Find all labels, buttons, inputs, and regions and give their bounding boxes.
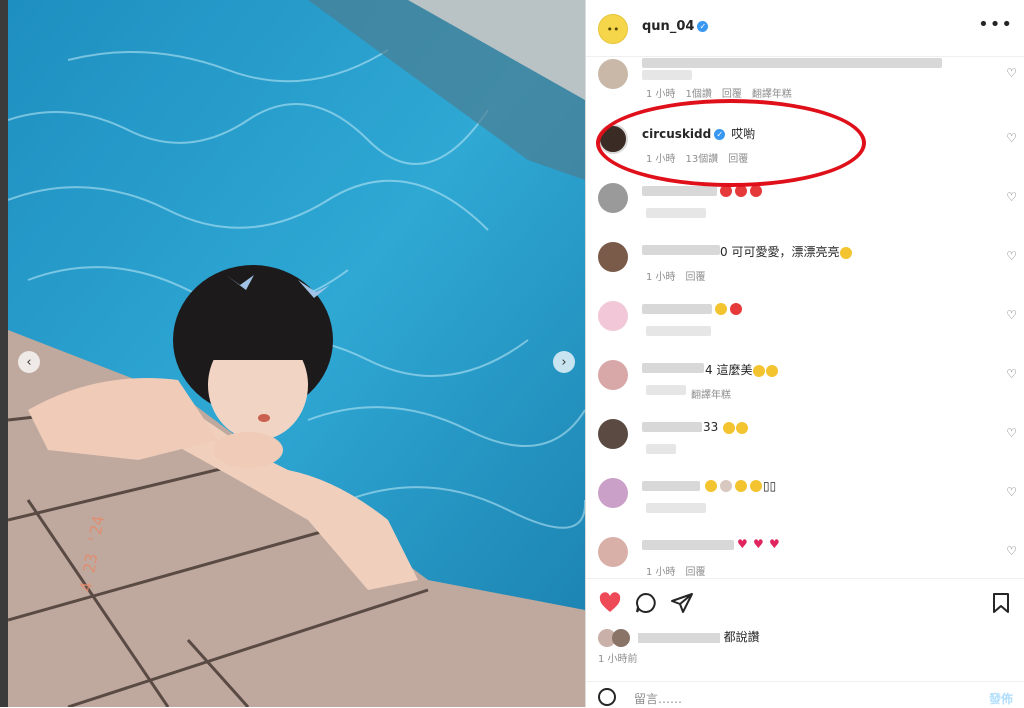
- add-comment-bar: 留言…… 發佈: [586, 681, 1024, 708]
- comment-like-icon[interactable]: ♡: [1006, 485, 1017, 499]
- comment-item: circuskidd ✓ 哎喲 1 小時 13個讚 回覆 ♡: [586, 119, 1024, 177]
- comments-list[interactable]: 1 小時 1個讚 回覆 翻譯年糕 ♡ circuskidd ✓ 哎喲 1 小時 13個讚 回覆…: [586, 56, 1024, 578]
- comment-icon[interactable]: [634, 591, 658, 615]
- username-text: qun_04: [642, 19, 695, 34]
- comment-like-icon[interactable]: ♡: [1006, 190, 1017, 204]
- verified-icon: ✓: [697, 21, 709, 32]
- comment-text: ▯▯: [763, 479, 777, 493]
- translate-link[interactable]: 翻譯年糕: [752, 89, 792, 100]
- translate-link[interactable]: 翻譯年糕: [691, 390, 731, 401]
- post-side-panel: •• qun_04 ✓ ••• 1 小時 1個讚 回覆 翻譯年糕 ♡ circuskid…: [585, 0, 1024, 707]
- comment-text: 33: [703, 420, 719, 434]
- post-time: 1 小時前: [598, 654, 638, 665]
- verified-icon: ✓: [714, 129, 726, 140]
- comment-meta: 1 小時 回覆: [646, 272, 706, 283]
- likes-summary[interactable]: 都說讚: [598, 628, 760, 647]
- comment-item: 1 小時 1個讚 回覆 翻譯年糕 ♡: [586, 56, 1024, 112]
- reply-link[interactable]: 回覆: [686, 567, 706, 578]
- next-arrow-icon[interactable]: ›: [553, 351, 575, 373]
- comment-avatar[interactable]: [598, 183, 628, 213]
- action-bar: [586, 578, 1024, 629]
- post-photo[interactable]: ‹ › 4 23 '24: [8, 0, 585, 707]
- comment-avatar[interactable]: [598, 419, 628, 449]
- comment-avatar[interactable]: [598, 537, 628, 567]
- prev-arrow-icon[interactable]: ‹: [18, 351, 40, 373]
- comment-text: 4 這麼美: [705, 363, 753, 377]
- comment-avatar[interactable]: [598, 242, 628, 272]
- comment-item: ♡: [586, 296, 1024, 354]
- comment-like-icon[interactable]: ♡: [1006, 66, 1017, 80]
- comment-text-wrap: 0 可可愛愛，漂漂亮亮: [720, 243, 853, 260]
- reply-link[interactable]: 回覆: [728, 154, 748, 165]
- comment-avatar[interactable]: [598, 124, 628, 154]
- likes-text: 都說讚: [723, 630, 760, 644]
- comment-meta: 翻譯年糕: [691, 386, 741, 401]
- comment-text-wrap: 4 這麼美: [705, 361, 779, 378]
- comment-avatar[interactable]: [598, 360, 628, 390]
- post-button[interactable]: 發佈: [989, 690, 1013, 707]
- comment-item: ♡: [586, 178, 1024, 236]
- comment-avatar[interactable]: [598, 59, 628, 89]
- comment-avatar[interactable]: [598, 478, 628, 508]
- heart-icon[interactable]: [598, 591, 622, 615]
- comment-text: 哎喲: [731, 127, 756, 141]
- comment-item: ♥ ♥ ♥ 1 小時 回覆 ♡: [586, 532, 1024, 578]
- comment-text-wrap: 33: [703, 420, 749, 434]
- comment-username[interactable]: circuskidd ✓ 哎喲: [642, 125, 755, 142]
- comment-like-icon[interactable]: ♡: [1006, 249, 1017, 263]
- reply-link[interactable]: 回覆: [686, 272, 706, 283]
- comment-like-icon[interactable]: ♡: [1006, 544, 1017, 558]
- comment-item: 33 ♡: [586, 414, 1024, 472]
- comment-input[interactable]: 留言……: [634, 690, 682, 707]
- bookmark-icon[interactable]: [989, 591, 1013, 615]
- comment-avatar[interactable]: [598, 301, 628, 331]
- emoji-icon[interactable]: [598, 688, 616, 706]
- comment-meta: 1 小時 13個讚 回覆: [646, 154, 749, 165]
- comment-text-wrap: ▯▯: [763, 479, 776, 493]
- comment-like-icon[interactable]: ♡: [1006, 426, 1017, 440]
- profile-avatar[interactable]: ••: [598, 14, 628, 44]
- share-icon[interactable]: [670, 591, 694, 615]
- comment-like-icon[interactable]: ♡: [1006, 308, 1017, 322]
- comment-like-icon[interactable]: ♡: [1006, 367, 1017, 381]
- post-header: •• qun_04 ✓ •••: [586, 0, 1024, 57]
- avatar-face: ••: [606, 22, 620, 36]
- reply-link[interactable]: 回覆: [722, 89, 742, 100]
- comment-meta: 1 小時 1個讚 回覆 翻譯年糕: [646, 89, 792, 100]
- comment-text: 0 可可愛愛，漂漂亮亮: [720, 245, 840, 259]
- window-edge: [0, 0, 8, 707]
- comment-meta: 1 小時 回覆: [646, 567, 706, 578]
- more-icon[interactable]: •••: [978, 14, 1013, 35]
- comment-item: 0 可可愛愛，漂漂亮亮 1 小時 回覆 ♡: [586, 237, 1024, 295]
- comment-item: ▯▯ ♡: [586, 473, 1024, 531]
- profile-username[interactable]: qun_04 ✓: [642, 19, 709, 34]
- comment-like-icon[interactable]: ♡: [1006, 131, 1017, 145]
- comment-item: 4 這麼美 翻譯年糕 ♡: [586, 355, 1024, 413]
